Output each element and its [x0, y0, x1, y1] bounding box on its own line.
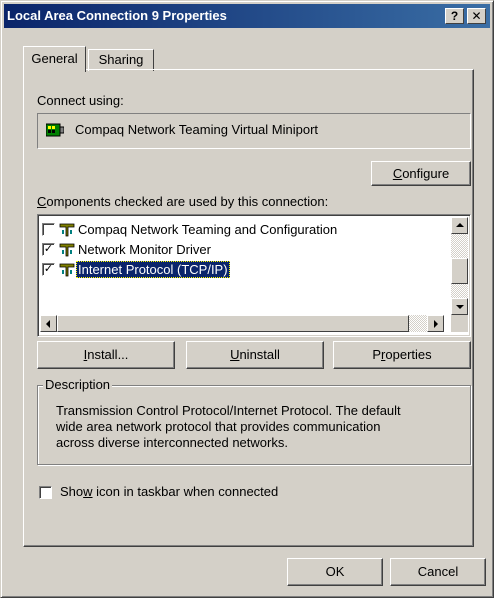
description-text: Transmission Control Protocol/Internet P…: [56, 403, 401, 451]
network-adapter-icon: [46, 123, 64, 137]
tab-sharing[interactable]: Sharing: [88, 49, 154, 71]
component-checkbox-tcpip[interactable]: ✓: [42, 263, 55, 276]
tab-general[interactable]: General: [23, 46, 86, 72]
uninstall-button[interactable]: Uninstall: [186, 341, 324, 369]
show-icon-label[interactable]: Show icon in taskbar when connected: [60, 484, 278, 499]
components-label: Components checked are used by this conn…: [37, 194, 329, 209]
network-service-icon: [59, 223, 75, 237]
properties-button[interactable]: Properties: [333, 341, 471, 369]
scroll-left-button[interactable]: [40, 315, 57, 332]
network-protocol-icon: [59, 243, 75, 257]
adapter-name: Compaq Network Teaming Virtual Miniport: [75, 122, 319, 137]
network-protocol-icon: [59, 263, 75, 277]
properties-dialog: Local Area Connection 9 Properties ? ✕ S…: [0, 0, 494, 598]
description-line: across diverse interconnected networks.: [56, 435, 288, 450]
cancel-button[interactable]: Cancel: [390, 558, 486, 586]
close-button[interactable]: ✕: [467, 8, 486, 24]
description-legend: Description: [43, 377, 113, 392]
scroll-corner: [451, 315, 468, 332]
component-row-teaming[interactable]: Compaq Network Teaming and Configuration: [42, 220, 442, 240]
horizontal-scroll-thumb[interactable]: [57, 315, 409, 332]
vertical-scroll-thumb[interactable]: [451, 258, 468, 284]
help-button[interactable]: ?: [445, 8, 464, 24]
component-checkbox-teaming[interactable]: [42, 223, 55, 236]
description-line: Transmission Control Protocol/Internet P…: [56, 403, 401, 418]
component-checkbox-netmon[interactable]: ✓: [42, 243, 55, 256]
adapter-box: Compaq Network Teaming Virtual Miniport: [37, 113, 471, 149]
show-icon-checkbox[interactable]: [39, 486, 52, 499]
component-row-tcpip[interactable]: ✓ Internet Protocol (TCP/IP): [42, 260, 442, 280]
window-title: Local Area Connection 9 Properties: [7, 8, 227, 23]
scroll-right-button[interactable]: [427, 315, 444, 332]
install-button[interactable]: Install...: [37, 341, 175, 369]
connect-using-label: Connect using:: [37, 93, 124, 108]
description-line: wide area network protocol that provides…: [56, 419, 381, 434]
components-list[interactable]: Compaq Network Teaming and Configuration…: [37, 214, 471, 337]
component-row-netmon[interactable]: ✓ Network Monitor Driver: [42, 240, 442, 260]
ok-button[interactable]: OK: [287, 558, 383, 586]
scroll-up-button[interactable]: [451, 217, 468, 234]
configure-button[interactable]: Configure: [371, 161, 471, 186]
title-bar[interactable]: Local Area Connection 9 Properties ? ✕: [4, 4, 490, 28]
scroll-down-button[interactable]: [451, 298, 468, 315]
